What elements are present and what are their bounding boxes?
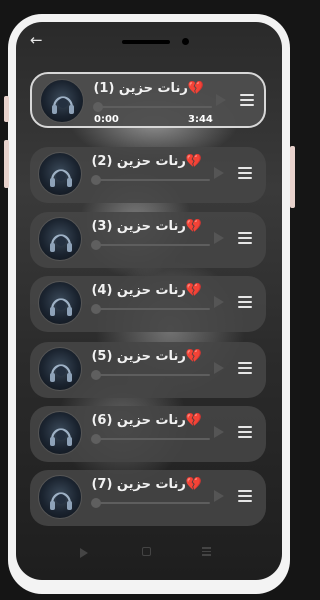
seekbar-knob[interactable] xyxy=(91,240,101,250)
volume-button xyxy=(4,140,9,188)
track-title: 💔رنات حزين (5) xyxy=(91,349,202,364)
track-seekbar[interactable] xyxy=(91,240,210,250)
track-seekbar[interactable] xyxy=(93,102,212,112)
track-item[interactable]: 💔رنات حزين (4) xyxy=(30,276,266,332)
seekbar-rail xyxy=(92,308,210,310)
menu-icon[interactable] xyxy=(238,232,252,244)
seekbar-knob[interactable] xyxy=(91,498,101,508)
seekbar-rail xyxy=(92,179,210,181)
album-cover-icon xyxy=(38,217,82,261)
play-icon[interactable] xyxy=(214,167,224,179)
seekbar-knob[interactable] xyxy=(91,304,101,314)
play-icon[interactable] xyxy=(214,490,224,502)
seekbar-knob[interactable] xyxy=(91,175,101,185)
track-title: 💔رنات حزين (7) xyxy=(91,477,202,492)
track-title: 💔رنات حزين (3) xyxy=(91,219,202,234)
menu-icon[interactable] xyxy=(238,167,252,179)
top-bar: ← xyxy=(16,22,282,62)
track-title: 💔رنات حزين (1) xyxy=(93,81,204,96)
track-item[interactable]: 💔رنات حزين (2) xyxy=(30,147,266,203)
album-cover-icon xyxy=(38,411,82,455)
current-time: 0:00 xyxy=(94,114,119,125)
seekbar-rail xyxy=(92,244,210,246)
track-duration: 3:44 xyxy=(188,114,213,125)
track-seekbar[interactable] xyxy=(91,370,210,380)
app-screen: ← 💔رنات حزين (1) 0:00 3:44 💔رنات حزين (2… xyxy=(16,22,282,580)
album-cover-icon xyxy=(40,79,84,123)
track-title: 💔رنات حزين (4) xyxy=(91,283,202,298)
album-cover-icon xyxy=(38,347,82,391)
play-icon[interactable] xyxy=(214,426,224,438)
album-cover-icon xyxy=(38,281,82,325)
seekbar-rail xyxy=(92,438,210,440)
play-icon[interactable] xyxy=(214,232,224,244)
album-cover-icon xyxy=(38,152,82,196)
track-seekbar[interactable] xyxy=(91,175,210,185)
track-seekbar[interactable] xyxy=(91,498,210,508)
track-title: 💔رنات حزين (2) xyxy=(91,154,202,169)
power-button xyxy=(290,146,295,208)
system-nav-bar xyxy=(16,534,282,580)
menu-icon[interactable] xyxy=(238,296,252,308)
menu-icon[interactable] xyxy=(238,362,252,374)
nav-back-icon[interactable] xyxy=(80,548,88,558)
play-icon[interactable] xyxy=(214,296,224,308)
back-arrow-icon[interactable]: ← xyxy=(30,32,46,48)
front-camera xyxy=(182,38,189,45)
play-icon[interactable] xyxy=(214,362,224,374)
menu-icon[interactable] xyxy=(238,426,252,438)
track-item[interactable]: 💔رنات حزين (1) 0:00 3:44 xyxy=(30,72,266,128)
nav-recents-icon[interactable] xyxy=(202,547,211,556)
speaker-grille xyxy=(122,40,170,44)
nav-home-icon[interactable] xyxy=(142,547,151,556)
menu-icon[interactable] xyxy=(240,94,254,106)
seekbar-rail xyxy=(92,502,210,504)
track-seekbar[interactable] xyxy=(91,434,210,444)
track-item[interactable]: 💔رنات حزين (5) xyxy=(30,342,266,398)
track-item[interactable]: 💔رنات حزين (6) xyxy=(30,406,266,462)
album-cover-icon xyxy=(38,475,82,519)
volume-button xyxy=(4,96,9,122)
seekbar-rail xyxy=(94,106,212,108)
track-item[interactable]: 💔رنات حزين (3) xyxy=(30,212,266,268)
seekbar-knob[interactable] xyxy=(91,370,101,380)
seekbar-knob[interactable] xyxy=(91,434,101,444)
seekbar-rail xyxy=(92,374,210,376)
play-icon[interactable] xyxy=(216,94,226,106)
track-title: 💔رنات حزين (6) xyxy=(91,413,202,428)
track-seekbar[interactable] xyxy=(91,304,210,314)
track-item[interactable]: 💔رنات حزين (7) xyxy=(30,470,266,526)
seekbar-knob[interactable] xyxy=(93,102,103,112)
menu-icon[interactable] xyxy=(238,490,252,502)
